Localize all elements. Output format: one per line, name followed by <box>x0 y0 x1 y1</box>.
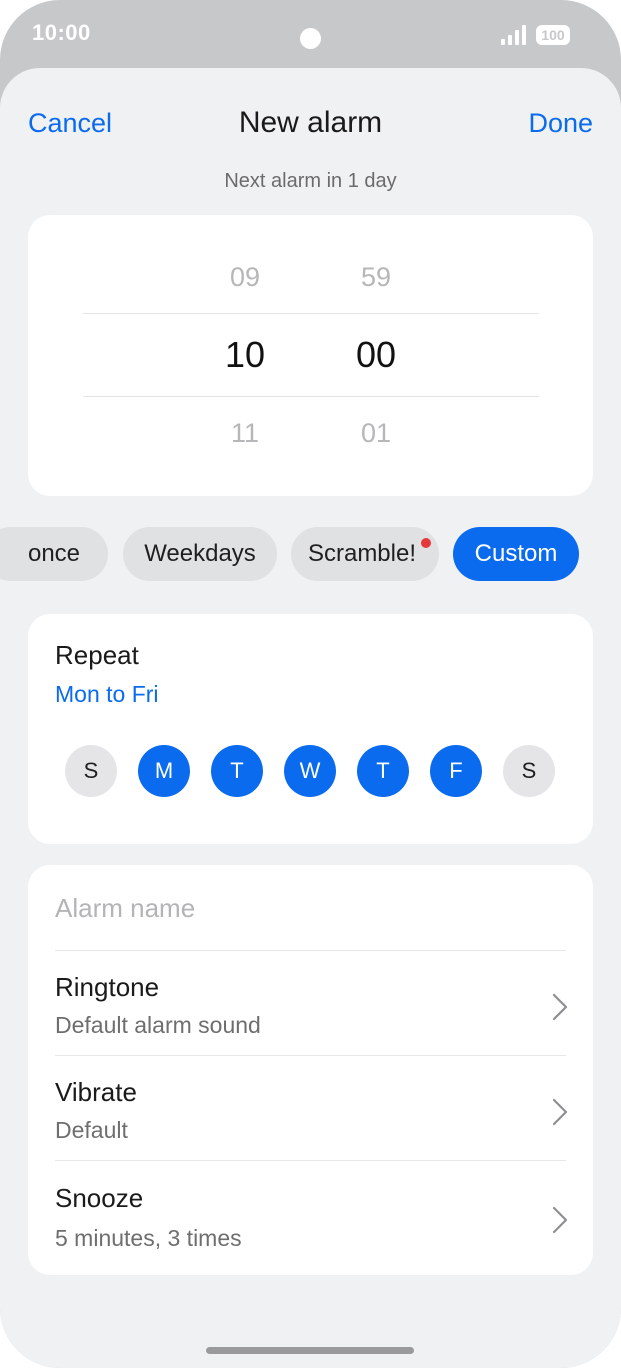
divider <box>55 950 566 951</box>
chevron-right-icon <box>552 993 568 1021</box>
repeat-summary: Mon to Fri <box>55 681 159 707</box>
preset-chip-once[interactable]: once <box>0 527 108 581</box>
snooze-title: Snooze <box>55 1183 144 1213</box>
hour-next[interactable]: 11 <box>205 418 285 449</box>
preset-chip-custom[interactable]: Custom <box>453 527 579 581</box>
hour-selected[interactable]: 10 <box>205 334 285 376</box>
status-bar: 10:00 100 <box>0 0 621 70</box>
divider <box>55 1055 566 1056</box>
day-toggle-wednesday[interactable]: W <box>284 745 336 797</box>
minute-selected[interactable]: 00 <box>336 334 416 376</box>
vibrate-title: Vibrate <box>55 1077 137 1107</box>
preset-chip-label: Weekdays <box>144 540 256 567</box>
day-toggle-thursday[interactable]: T <box>357 745 409 797</box>
preset-chip-label: Custom <box>474 540 558 567</box>
preset-chip-scramble[interactable]: Scramble! <box>291 527 439 581</box>
alarm-settings-card: Ringtone Default alarm sound Vibrate Def… <box>28 865 593 1275</box>
day-toggle-saturday[interactable]: S <box>503 745 555 797</box>
new-alarm-sheet: Cancel New alarm Done Next alarm in 1 da… <box>0 68 621 1368</box>
day-toggle-sunday[interactable]: S <box>65 745 117 797</box>
phone-frame: 10:00 100 Cancel New alarm Done Next ala… <box>0 0 621 1368</box>
vibrate-row[interactable]: Vibrate Default <box>28 1077 593 1181</box>
picker-divider-top <box>83 313 539 314</box>
snooze-value: 5 minutes, 3 times <box>55 1225 242 1251</box>
done-button[interactable]: Done <box>528 108 593 139</box>
next-alarm-text: Next alarm in 1 day <box>224 170 397 192</box>
day-toggle-friday[interactable]: F <box>430 745 482 797</box>
chevron-right-icon <box>552 1206 568 1234</box>
hour-prev[interactable]: 09 <box>205 262 285 293</box>
preset-chip-weekdays[interactable]: Weekdays <box>123 527 277 581</box>
home-indicator[interactable] <box>206 1347 414 1354</box>
repeat-card: Repeat Mon to Fri S M T W T F S <box>28 614 593 844</box>
snooze-row[interactable]: Snooze 5 minutes, 3 times <box>28 1183 593 1287</box>
preset-chip-label: Scramble! <box>307 540 417 567</box>
divider <box>55 1160 566 1161</box>
time-picker[interactable]: 09 10 11 59 00 01 <box>28 215 593 496</box>
minute-next[interactable]: 01 <box>336 418 416 449</box>
ringtone-value: Default alarm sound <box>55 1012 261 1038</box>
new-badge-dot <box>421 538 431 548</box>
preset-chips: once Weekdays Scramble! Custom <box>0 527 621 583</box>
day-toggle-monday[interactable]: M <box>138 745 190 797</box>
picker-divider-bottom <box>83 396 539 397</box>
minute-prev[interactable]: 59 <box>336 262 416 293</box>
signal-icon <box>501 25 526 45</box>
ringtone-title: Ringtone <box>55 972 160 1002</box>
day-toggle-tuesday[interactable]: T <box>211 745 263 797</box>
repeat-title: Repeat <box>55 640 139 670</box>
preset-chip-label: once <box>27 540 81 567</box>
camera-cutout <box>300 28 321 49</box>
battery-icon: 100 <box>536 25 570 45</box>
status-time: 10:00 <box>32 20 91 45</box>
chevron-right-icon <box>552 1098 568 1126</box>
vibrate-value: Default <box>55 1117 128 1143</box>
ringtone-row[interactable]: Ringtone Default alarm sound <box>28 972 593 1076</box>
alarm-name-input[interactable] <box>55 893 565 924</box>
